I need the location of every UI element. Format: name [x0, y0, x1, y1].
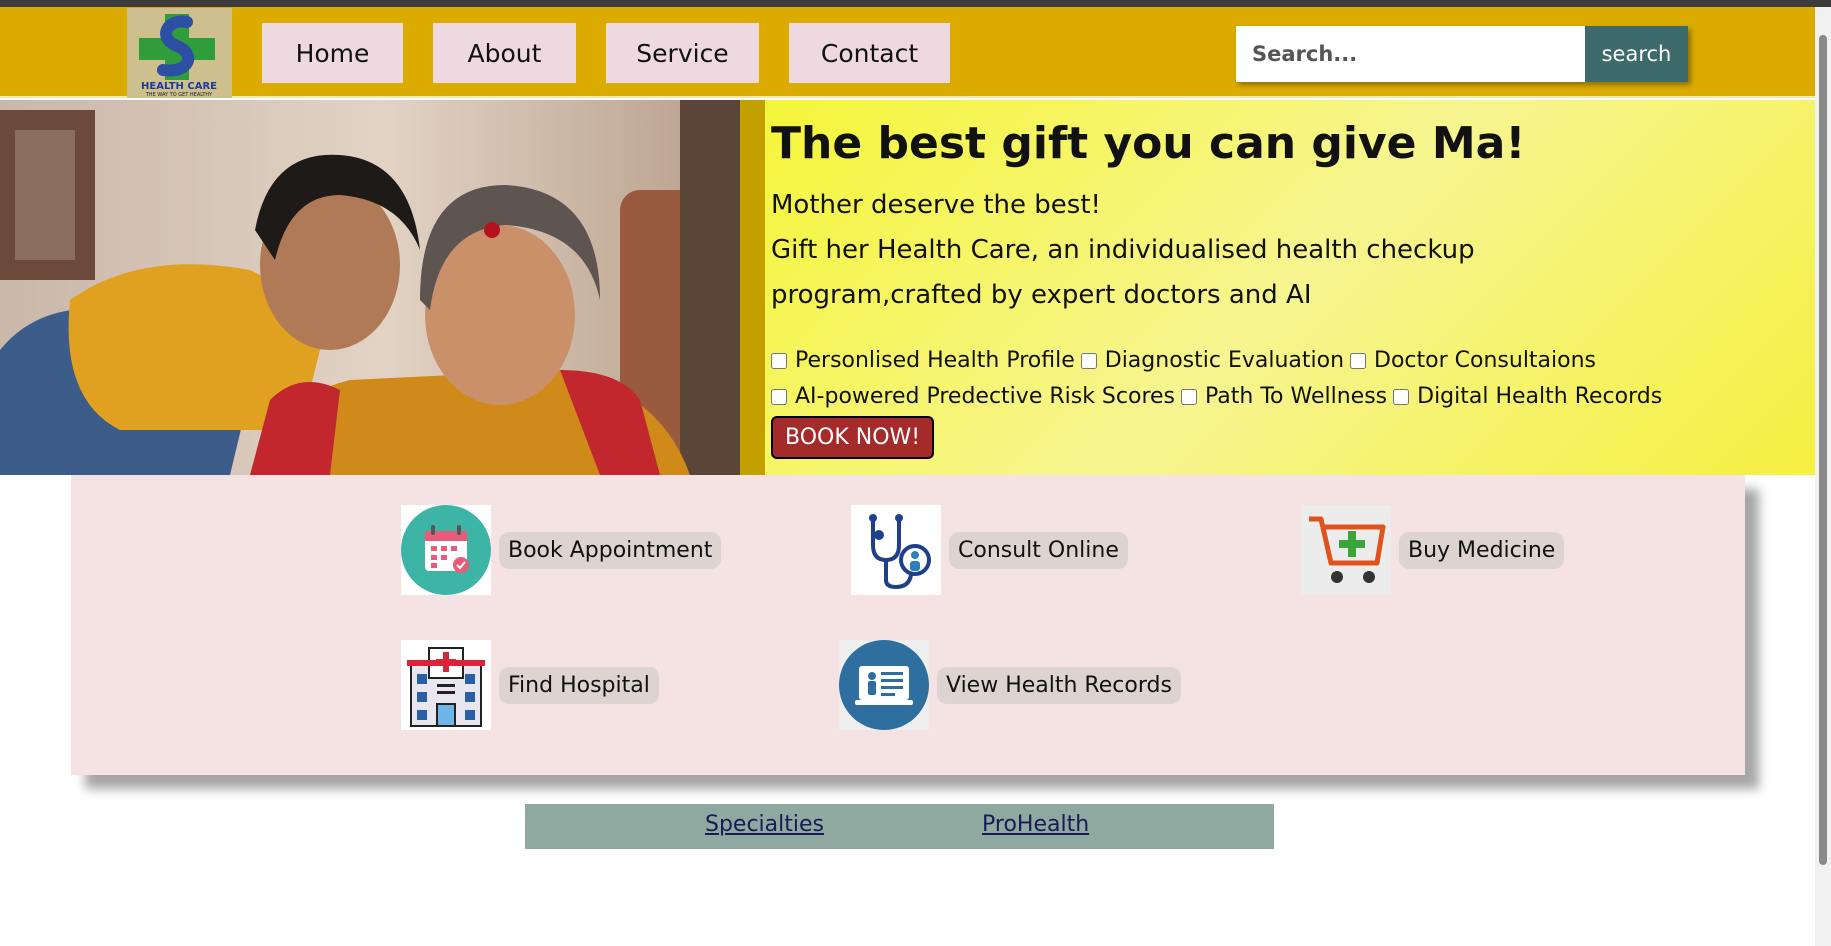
hero-subtitle: Mother deserve the best!: [771, 190, 1101, 220]
option-risk-scores[interactable]: AI-powered Predective Risk Scores: [771, 384, 1175, 409]
checkbox-health-profile[interactable]: [771, 352, 787, 369]
footer-links-bar: Specialties ProHealth: [525, 804, 1274, 849]
nav-service[interactable]: Service: [606, 23, 759, 83]
checkbox-digital-health-records[interactable]: [1393, 388, 1410, 405]
vertical-scrollbar[interactable]: [1815, 7, 1831, 946]
logo-icon: HEALTH CARE THE WAY TO GET HEALTHY: [127, 8, 232, 98]
service-buy-medicine[interactable]: Buy Medicine: [1301, 505, 1565, 595]
option-label: Digital Health Records: [1417, 384, 1663, 409]
option-label: AI-powered Predective Risk Scores: [795, 384, 1176, 409]
checkbox-diagnostic-evaluation[interactable]: [1080, 352, 1097, 369]
hero-description-line-2: program,crafted by expert doctors and AI: [771, 280, 1312, 310]
scrollbar-thumb[interactable]: [1819, 35, 1827, 865]
health-record-icon: [839, 640, 929, 730]
footer-link-prohealth[interactable]: ProHealth: [982, 812, 1089, 837]
service-label: Consult Online: [949, 531, 1128, 569]
hero-description-line-1: Gift her Health Care, an individualised …: [771, 235, 1475, 265]
service-label: Buy Medicine: [1399, 531, 1565, 569]
options-row-1: Personlised Health Profile Diagnostic Ev…: [771, 348, 1602, 373]
options-row-2: AI-powered Predective Risk Scores Path T…: [771, 384, 1668, 409]
service-label: Find Hospital: [499, 666, 659, 704]
hero-image: [0, 100, 765, 475]
service-find-hospital[interactable]: Find Hospital: [401, 640, 659, 730]
search-button[interactable]: search: [1585, 26, 1688, 82]
window-top-border: [0, 0, 1831, 7]
top-navbar: HEALTH CARE THE WAY TO GET HEALTHY Home …: [0, 7, 1815, 98]
service-view-health-records[interactable]: View Health Records: [839, 640, 1181, 730]
cart-icon: [1301, 505, 1391, 595]
hospital-icon: [401, 640, 491, 730]
services-panel: Book Appointment Consult Online Buy Medi…: [71, 475, 1745, 775]
option-label: Personlised Health Profile: [795, 348, 1075, 373]
nav-about[interactable]: About: [433, 23, 576, 83]
calendar-icon: [401, 505, 491, 595]
service-consult-online[interactable]: Consult Online: [851, 505, 1128, 595]
option-health-profile[interactable]: Personlised Health Profile: [771, 348, 1075, 373]
logo-text: HEALTH CARE: [141, 81, 217, 92]
nav-home[interactable]: Home: [262, 23, 403, 83]
footer-link-specialties[interactable]: Specialties: [705, 812, 824, 837]
checkbox-risk-scores[interactable]: [771, 388, 787, 405]
service-book-appointment[interactable]: Book Appointment: [401, 505, 722, 595]
hero-panel: The best gift you can give Ma! Mother de…: [765, 100, 1815, 475]
hero-title: The best gift you can give Ma!: [771, 118, 1526, 169]
option-label: Path To Wellness: [1205, 384, 1388, 409]
search-input[interactable]: [1236, 26, 1585, 82]
stethoscope-icon: [851, 505, 941, 595]
option-digital-health-records[interactable]: Digital Health Records: [1393, 384, 1662, 409]
option-label: Doctor Consultaions: [1374, 348, 1597, 373]
checkbox-doctor-consultations[interactable]: [1350, 352, 1367, 369]
option-path-to-wellness[interactable]: Path To Wellness: [1181, 384, 1387, 409]
service-label: Book Appointment: [499, 531, 722, 569]
book-now-button[interactable]: BOOK NOW!: [771, 416, 935, 459]
nav-contact[interactable]: Contact: [789, 23, 950, 83]
option-diagnostic-evaluation[interactable]: Diagnostic Evaluation: [1080, 348, 1345, 373]
option-doctor-consultations[interactable]: Doctor Consultaions: [1350, 348, 1596, 373]
option-label: Diagnostic Evaluation: [1104, 348, 1345, 373]
service-label: View Health Records: [937, 666, 1181, 704]
mother-daughter-photo: [0, 100, 765, 475]
logo-tagline: THE WAY TO GET HEALTHY: [145, 92, 213, 98]
health-care-logo[interactable]: HEALTH CARE THE WAY TO GET HEALTHY: [127, 8, 232, 98]
checkbox-path-to-wellness[interactable]: [1181, 388, 1198, 405]
